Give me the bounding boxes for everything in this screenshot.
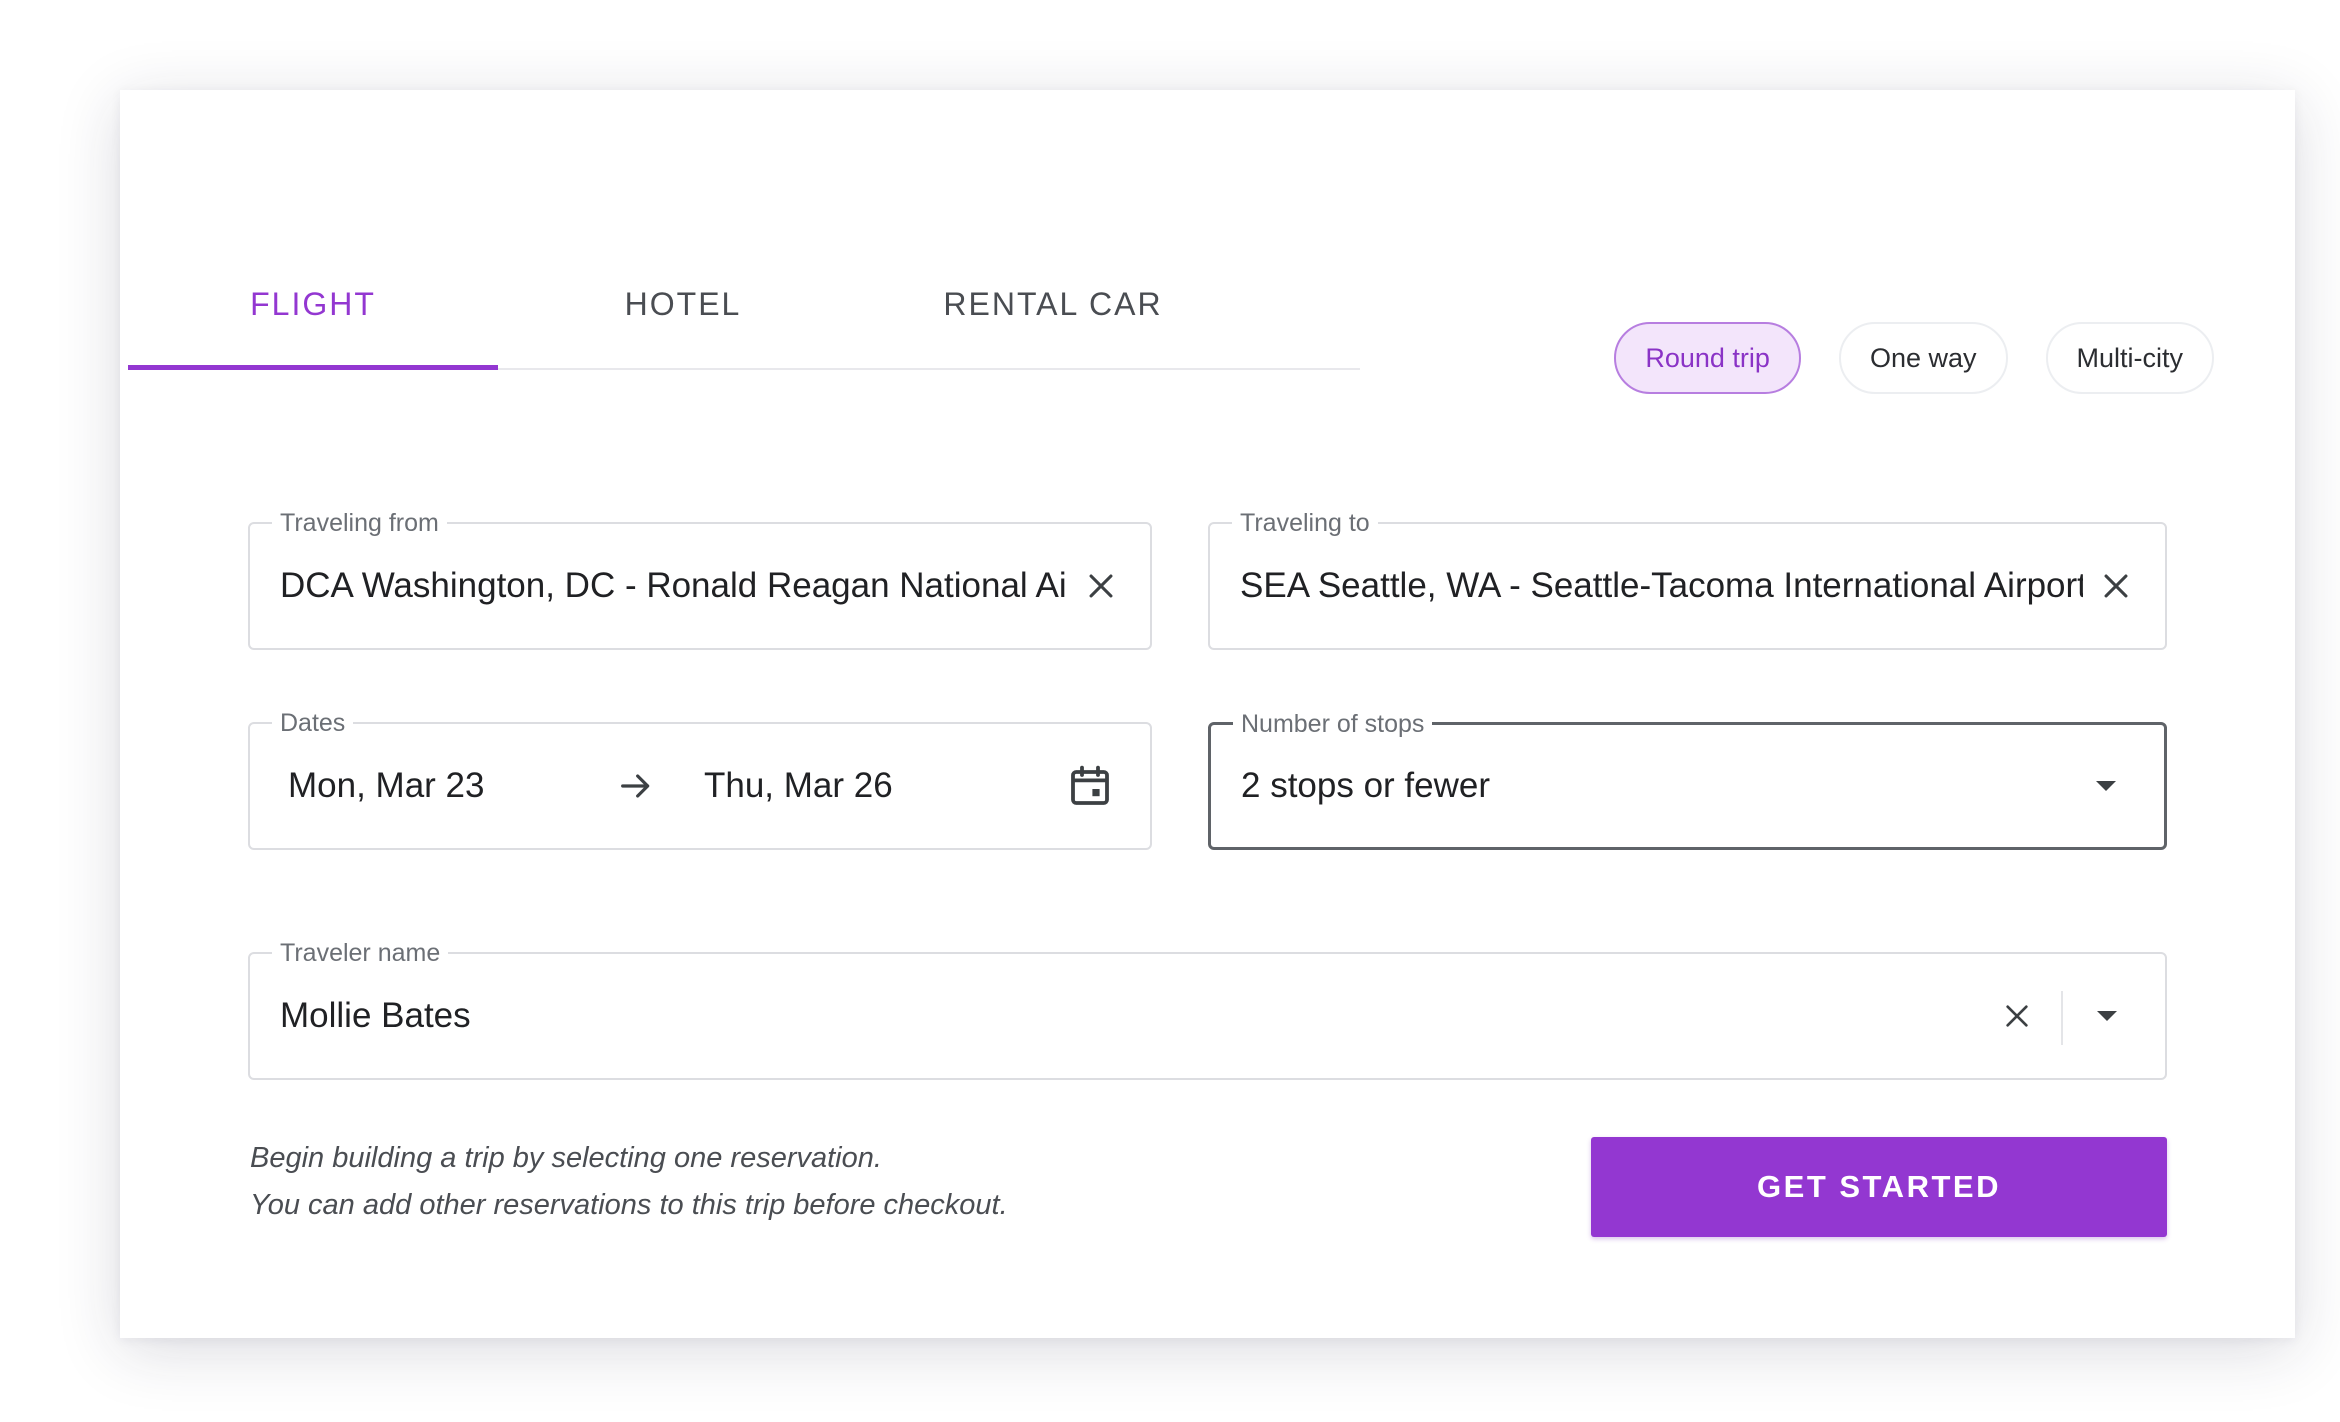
- helper-text: Begin building a trip by selecting one r…: [250, 1135, 1008, 1229]
- booking-tabs: FLIGHT HOTEL RENTAL CAR: [128, 240, 1360, 370]
- arrow-right-icon: [616, 766, 656, 806]
- traveler-name-field[interactable]: Traveler name Mollie Bates: [248, 938, 2167, 1080]
- get-started-button[interactable]: GET STARTED: [1591, 1137, 2167, 1237]
- close-icon[interactable]: [1084, 569, 1118, 603]
- traveling-from-field[interactable]: Traveling from DCA Washington, DC - Rona…: [248, 508, 1152, 650]
- traveling-from-value[interactable]: DCA Washington, DC - Ronald Reagan Natio…: [280, 524, 1068, 648]
- number-of-stops-value[interactable]: 2 stops or fewer: [1241, 725, 2064, 847]
- close-icon[interactable]: [2001, 1000, 2033, 1032]
- tab-rental-car[interactable]: RENTAL CAR: [868, 240, 1238, 368]
- field-divider: [2061, 991, 2063, 1045]
- date-end-value[interactable]: Thu, Mar 26: [704, 724, 964, 848]
- caret-down-icon[interactable]: [2095, 1009, 2119, 1023]
- calendar-icon[interactable]: [1066, 762, 1114, 810]
- helper-text-line-2: You can add other reservations to this t…: [250, 1189, 1008, 1221]
- traveling-to-value[interactable]: SEA Seattle, WA - Seattle-Tacoma Interna…: [1240, 524, 2083, 648]
- number-of-stops-select[interactable]: Number of stops 2 stops or fewer: [1208, 709, 2167, 850]
- tab-flight[interactable]: FLIGHT: [128, 240, 498, 370]
- chip-multi-city[interactable]: Multi-city: [2045, 322, 2214, 394]
- trip-type-chips: Round trip One way Multi-city: [1614, 322, 2214, 394]
- close-icon[interactable]: [2099, 569, 2133, 603]
- traveling-to-field[interactable]: Traveling to SEA Seattle, WA - Seattle-T…: [1208, 508, 2167, 650]
- chip-round-trip[interactable]: Round trip: [1614, 322, 1801, 394]
- helper-text-line-1: Begin building a trip by selecting one r…: [250, 1142, 882, 1174]
- date-start-value[interactable]: Mon, Mar 23: [288, 724, 588, 848]
- caret-down-icon[interactable]: [2094, 779, 2118, 793]
- traveler-name-value[interactable]: Mollie Bates: [280, 954, 1965, 1078]
- tab-hotel[interactable]: HOTEL: [498, 240, 868, 368]
- dates-field[interactable]: Dates Mon, Mar 23 Thu, Mar 26: [248, 708, 1152, 850]
- chip-one-way[interactable]: One way: [1838, 322, 2008, 394]
